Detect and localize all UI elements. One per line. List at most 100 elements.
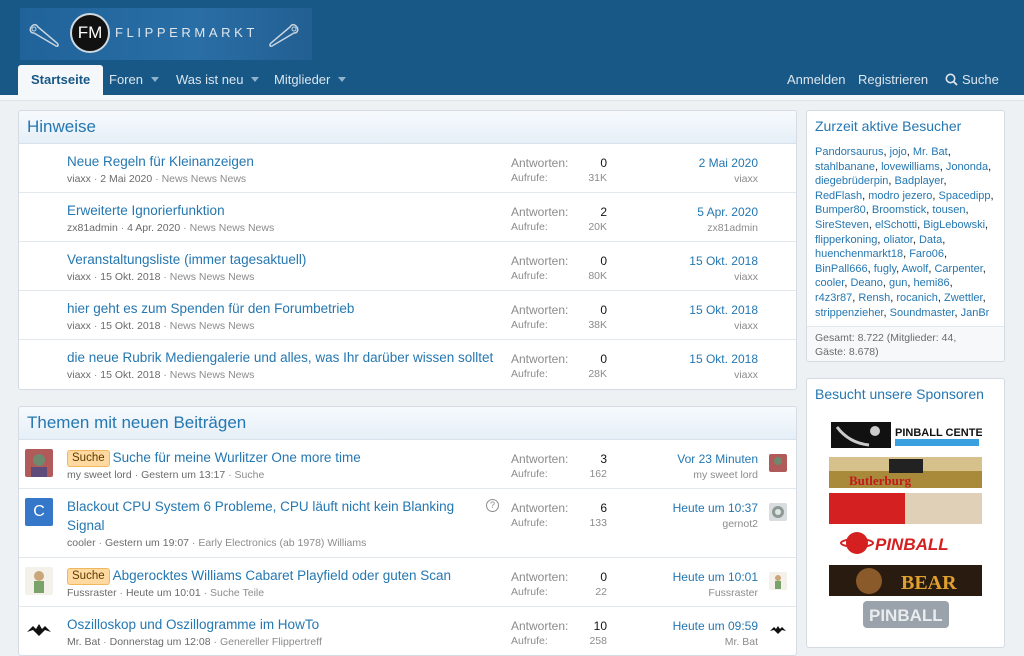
online-member-link[interactable]: cooler	[815, 277, 844, 289]
notice-author[interactable]: viaxx	[67, 320, 91, 332]
online-member-link[interactable]: fugly	[874, 263, 896, 275]
thread-title[interactable]: Blackout CPU System 6 Probleme, CPU läuf…	[67, 497, 454, 535]
online-member-link[interactable]: hemi86	[914, 277, 950, 289]
last-post-user[interactable]: viaxx	[734, 369, 758, 381]
tab-startseite[interactable]: Startseite	[18, 65, 104, 95]
last-post-date[interactable]: 15 Okt. 2018	[689, 303, 758, 317]
notice-date[interactable]: 15 Okt. 2018	[100, 271, 160, 283]
online-member-link[interactable]: Badplayer	[895, 175, 944, 187]
last-poster-avatar[interactable]	[769, 503, 787, 521]
online-member-link[interactable]: Deano	[850, 277, 882, 289]
thread-author[interactable]: my sweet lord	[67, 469, 132, 481]
online-member-link[interactable]: jojo	[890, 146, 907, 158]
online-member-link[interactable]: SireSteven	[815, 219, 869, 231]
online-member-link[interactable]: Zwettler	[944, 292, 983, 304]
thread-forum[interactable]: Suche Teile	[210, 587, 264, 599]
last-post-date[interactable]: Heute um 10:37	[673, 501, 758, 515]
online-member-link[interactable]: JanBr	[961, 307, 990, 319]
thread-author[interactable]: Mr. Bat	[67, 636, 100, 648]
online-member-link[interactable]: strippenzieher	[815, 307, 884, 319]
online-member-link[interactable]: Spacedipp	[939, 190, 991, 202]
notice-date[interactable]: 2 Mai 2020	[100, 173, 152, 185]
last-post-user[interactable]: my sweet lord	[693, 469, 758, 481]
online-member-link[interactable]: elSchotti	[875, 219, 917, 231]
block-title[interactable]: Themen mit neuen Beiträgen	[19, 407, 796, 440]
block-title[interactable]: Hinweise	[19, 111, 796, 144]
register-link[interactable]: Registrieren	[858, 65, 928, 95]
thread-title[interactable]: Oszilloskop und Oszillogramme im HowTo	[67, 617, 319, 632]
thread-author[interactable]: Fussraster	[67, 587, 117, 599]
block-title[interactable]: Zurzeit aktive Besucher	[807, 111, 1004, 141]
online-member-link[interactable]: oliator	[884, 234, 913, 246]
last-post-user[interactable]: gernot2	[722, 518, 758, 530]
tab-foren[interactable]: Foren	[109, 65, 159, 95]
last-post-date[interactable]: 15 Okt. 2018	[689, 352, 758, 366]
notice-title[interactable]: Neue Regeln für Kleinanzeigen	[67, 154, 254, 169]
notice-date[interactable]: 15 Okt. 2018	[100, 369, 160, 381]
online-member-link[interactable]: tousen	[932, 204, 965, 216]
online-member-link[interactable]: Soundmaster	[890, 307, 955, 319]
last-poster-avatar[interactable]	[769, 621, 787, 639]
thread-forum[interactable]: Suche	[235, 469, 265, 481]
last-post-user[interactable]: viaxx	[734, 271, 758, 283]
online-member-link[interactable]: RedFlash	[815, 190, 862, 202]
last-poster-avatar[interactable]	[769, 572, 787, 590]
thread-date[interactable]: Gestern um 19:07	[105, 537, 189, 549]
notice-date[interactable]: 15 Okt. 2018	[100, 320, 160, 332]
notice-title[interactable]: die neue Rubrik Mediengalerie und alles,…	[67, 350, 493, 365]
last-post-user[interactable]: Mr. Bat	[725, 636, 758, 648]
online-member-link[interactable]: stahlbanane	[815, 161, 875, 173]
online-member-link[interactable]: modro jezero	[868, 190, 932, 202]
online-member-link[interactable]: BinPall666	[815, 263, 868, 275]
last-post-date[interactable]: 5 Apr. 2020	[697, 205, 758, 219]
thread-date[interactable]: Donnerstag um 12:08	[110, 636, 211, 648]
online-member-link[interactable]: Awolf	[902, 263, 929, 275]
last-post-date[interactable]: 2 Mai 2020	[699, 156, 758, 170]
online-member-link[interactable]: Carpenter	[934, 263, 982, 275]
notice-forum[interactable]: News News News	[190, 222, 275, 234]
online-member-link[interactable]: r4z3r87	[815, 292, 852, 304]
search-link[interactable]: Suche	[945, 65, 999, 95]
thread-forum[interactable]: Early Electronics (ab 1978) Williams	[198, 537, 366, 549]
avatar[interactable]: C	[25, 498, 53, 526]
notice-title[interactable]: Veranstaltungsliste (immer tagesaktuell)	[67, 252, 306, 267]
chevron-down-icon[interactable]	[251, 77, 260, 82]
notice-forum[interactable]: News News News	[170, 320, 255, 332]
notice-author[interactable]: viaxx	[67, 173, 91, 185]
thread-forum[interactable]: Genereller Flippertreff	[220, 636, 322, 648]
notice-author[interactable]: zx81admin	[67, 222, 118, 234]
online-member-link[interactable]: huenchenmarkt18	[815, 248, 903, 260]
pinball-universe-logo[interactable]: PINBALL	[829, 529, 982, 560]
online-member-link[interactable]: gun	[889, 277, 907, 289]
avatar[interactable]	[25, 567, 53, 595]
last-post-date[interactable]: 15 Okt. 2018	[689, 254, 758, 268]
online-member-link[interactable]: rocanich	[896, 292, 938, 304]
last-post-user[interactable]: viaxx	[734, 320, 758, 332]
thread-date[interactable]: Gestern um 13:17	[141, 469, 225, 481]
tab-mitglieder[interactable]: Mitglieder	[274, 65, 347, 95]
notice-forum[interactable]: News News News	[162, 173, 247, 185]
last-post-user[interactable]: Fussraster	[708, 587, 758, 599]
online-member-link[interactable]: Rensh	[858, 292, 890, 304]
avatar[interactable]	[25, 449, 53, 477]
chevron-down-icon[interactable]	[338, 77, 347, 82]
pinball-point-logo[interactable]: PINBALL	[829, 599, 982, 630]
tab-was-ist-neu[interactable]: Was ist neu	[176, 65, 260, 95]
online-member-link[interactable]: Mr. Bat	[913, 146, 948, 158]
notice-forum[interactable]: News News News	[170, 369, 255, 381]
last-post-user[interactable]: zx81admin	[707, 222, 758, 234]
notice-date[interactable]: 4 Apr. 2020	[127, 222, 180, 234]
online-member-link[interactable]: Pandorsaurus	[815, 146, 884, 158]
online-member-link[interactable]: flipperkoning	[815, 234, 877, 246]
notice-title[interactable]: hier geht es zum Spenden für den Forumbe…	[67, 301, 354, 316]
notice-author[interactable]: viaxx	[67, 369, 91, 381]
online-member-link[interactable]: Jononda	[946, 161, 988, 173]
online-member-link[interactable]: BigLebowski	[923, 219, 985, 231]
last-post-user[interactable]: viaxx	[734, 173, 758, 185]
online-member-link[interactable]: Bumper80	[815, 204, 866, 216]
chevron-down-icon[interactable]	[150, 77, 159, 82]
thread-date[interactable]: Heute um 10:01	[126, 587, 201, 599]
butlerburg-logo[interactable]: Butlerburg	[829, 457, 982, 488]
last-poster-avatar[interactable]	[769, 454, 787, 472]
last-post-date[interactable]: Vor 23 Minuten	[677, 452, 758, 466]
